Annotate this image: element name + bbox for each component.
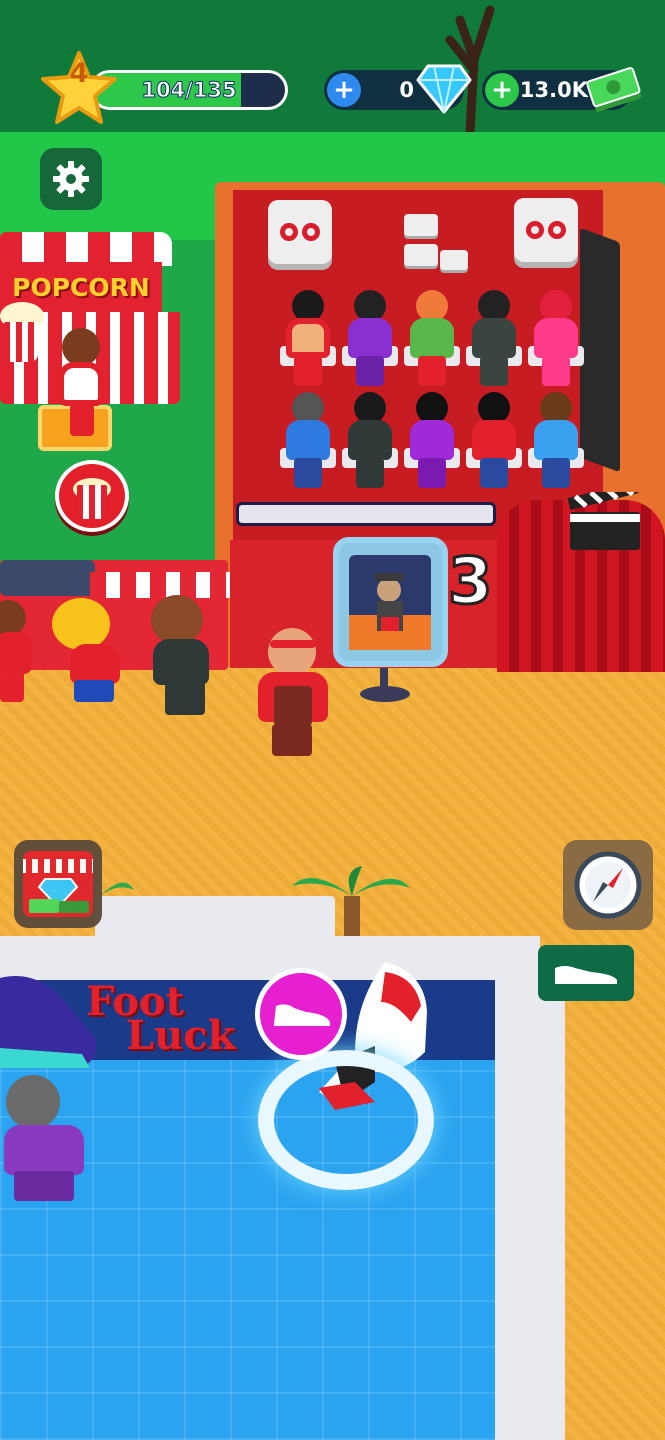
- hall-number: 3: [447, 544, 495, 621]
- level-number: 4: [69, 58, 89, 89]
- seat-row-front: [280, 392, 584, 492]
- palm-tree: [292, 866, 410, 942]
- audience-member: [280, 290, 336, 390]
- audience-member: [528, 290, 584, 390]
- add-gems-button[interactable]: +: [327, 73, 361, 107]
- customer-blonde: [50, 598, 130, 710]
- poster-stand: [360, 668, 410, 704]
- clapperboard-icon: [567, 492, 640, 550]
- add-cash-button[interactable]: +: [485, 73, 519, 107]
- audience-member: [466, 392, 522, 492]
- foot-lucky-sign: Foot Luck: [86, 982, 235, 1056]
- sneaker-icon: [555, 966, 617, 984]
- theater-rail: [236, 502, 496, 526]
- audience-member: [404, 290, 460, 390]
- store-customer: [0, 1075, 100, 1205]
- gear-icon: [53, 161, 89, 197]
- shop-icon: [23, 851, 93, 917]
- xp-text: 104/135: [141, 78, 237, 103]
- gem-counter: + 0: [324, 64, 472, 114]
- speaker-left: [268, 200, 332, 264]
- cash-counter: + 13.0K: [482, 67, 642, 112]
- poster-artwork: [349, 555, 431, 650]
- speaker-right: [514, 198, 578, 262]
- audience-member: [404, 392, 460, 492]
- level-star: 4: [40, 50, 118, 128]
- shop-button[interactable]: [14, 840, 102, 928]
- movie-screen: [580, 227, 620, 473]
- shoe-service-badge[interactable]: [255, 968, 347, 1060]
- settings-button[interactable]: [40, 148, 102, 210]
- sneaker-icon: [274, 1004, 330, 1026]
- projector: [404, 214, 468, 274]
- display-sneaker-left: [0, 976, 96, 1068]
- stall-roof: [0, 232, 172, 266]
- popcorn-bucket-icon: [77, 485, 107, 519]
- diamond-icon: [416, 64, 472, 114]
- cash-count: 13.0K: [519, 78, 588, 102]
- seat-row-back: [280, 290, 584, 390]
- gem-count: 0: [399, 78, 414, 102]
- ticket-register: [0, 560, 95, 596]
- cash-icon: [586, 67, 642, 112]
- player-worker[interactable]: [252, 628, 336, 758]
- audience-member: [342, 392, 398, 492]
- poster-detective-art: [349, 573, 431, 650]
- interaction-zone[interactable]: [258, 1050, 434, 1190]
- customer-brown: [145, 595, 225, 717]
- movie-poster[interactable]: [333, 537, 448, 667]
- level-progress: 104/135 4: [40, 51, 290, 124]
- customer-red: [0, 600, 40, 710]
- compass-icon: [574, 851, 642, 919]
- audience-member: [342, 290, 398, 390]
- audience-member: [528, 392, 584, 492]
- shoe-store-sign: [538, 945, 634, 1001]
- xp-bar: 104/135: [90, 70, 288, 110]
- popcorn-button[interactable]: [55, 460, 129, 532]
- audience-member: [280, 392, 336, 492]
- popcorn-worker: [56, 328, 106, 438]
- compass-button[interactable]: [563, 840, 653, 930]
- popcorn-bucket: [4, 322, 38, 362]
- audience-member: [466, 290, 522, 390]
- store-wall-right: [495, 960, 565, 1440]
